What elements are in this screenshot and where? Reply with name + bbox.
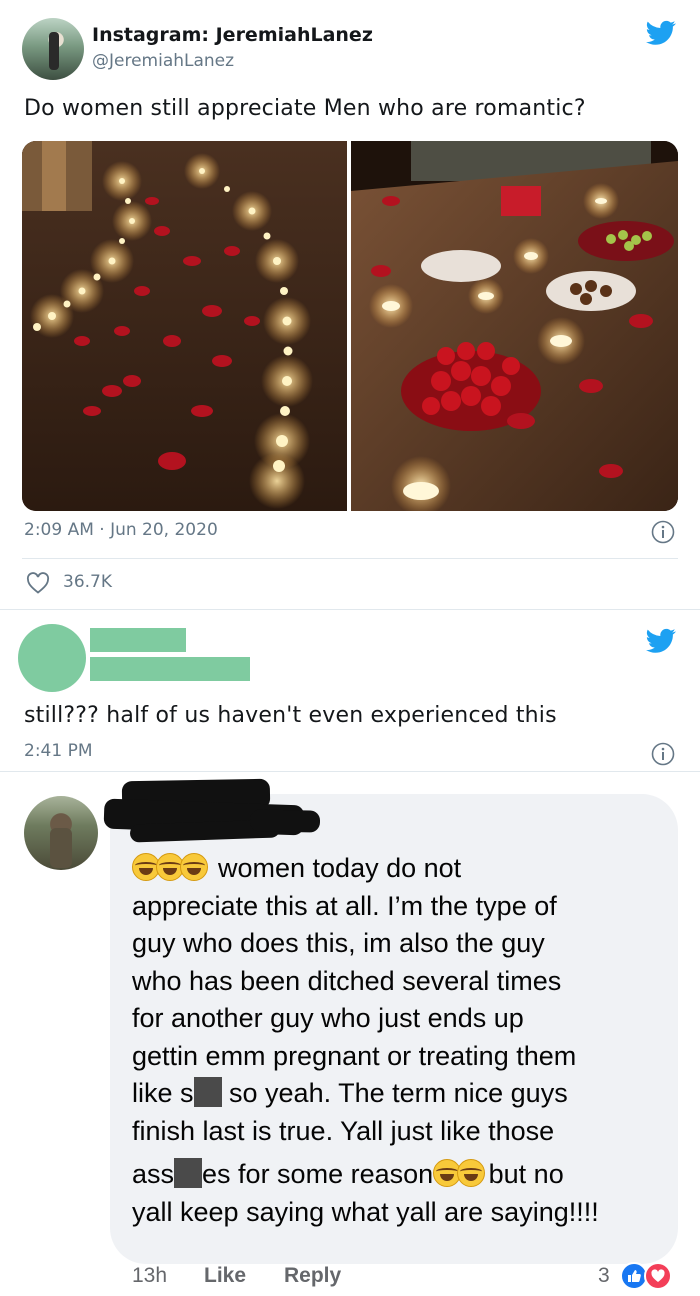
heart-reaction-icon[interactable] [644, 1262, 672, 1290]
display-name[interactable]: Instagram: JeremiahLanez [92, 24, 373, 46]
laughing-emoji-icon [457, 1159, 486, 1187]
comment-line-text: but no [481, 1159, 564, 1189]
comment-line-text: women today do not [218, 853, 462, 883]
twitter-bird-icon[interactable] [646, 628, 676, 654]
info-icon[interactable] [651, 520, 675, 544]
facebook-comment: women today do not appreciate this at al… [0, 772, 700, 1296]
tweet-original: Instagram: JeremiahLanez @JeremiahLanez … [0, 0, 700, 610]
avatar[interactable] [24, 796, 98, 870]
comment-line-text: like s [132, 1078, 194, 1108]
redacted-name [90, 628, 186, 652]
comment-line: appreciate this at all. I’m the type of [132, 890, 557, 921]
divider [22, 558, 678, 559]
like-button[interactable]: Like [204, 1264, 246, 1288]
tweet-text: Do women still appreciate Men who are ro… [24, 96, 586, 121]
comment-line-text: so yeah. The term nice guys [221, 1078, 568, 1108]
tweet-reply: still??? half of us haven't even experie… [0, 610, 700, 772]
comment-line-text: es for some reason [202, 1159, 434, 1189]
comment-line: for another guy who just ends up [132, 1003, 524, 1033]
user-handle[interactable]: @JeremiahLanez [92, 51, 234, 71]
info-icon[interactable] [651, 742, 675, 766]
censor-block [174, 1158, 203, 1188]
censor-block [193, 1077, 222, 1107]
comment-line: women today do not [132, 850, 672, 888]
comment-line: finish last is true. Yall just like thos… [132, 1115, 555, 1146]
comment-line: who has been ditched several times [132, 965, 562, 996]
avatar[interactable] [22, 18, 84, 80]
romantic-table-photo[interactable] [351, 141, 678, 511]
candle-path-photo[interactable] [22, 141, 347, 511]
comment-time[interactable]: 13h [132, 1264, 167, 1288]
tweet-timestamp[interactable]: 2:09 AM · Jun 20, 2020 [24, 520, 218, 540]
redacted-name-scribble [249, 809, 321, 833]
comment-line: guy who does this, im also the guy [132, 928, 545, 958]
avatar-redacted[interactable] [18, 624, 86, 692]
reaction-count[interactable]: 3 [598, 1264, 610, 1288]
comment-line: ass es for some reason but no [132, 1156, 672, 1194]
reply-button[interactable]: Reply [284, 1264, 341, 1288]
like-count[interactable]: 36.7K [63, 572, 112, 592]
heart-icon[interactable] [26, 572, 50, 594]
comment-line: gettin emm pregnant or treating them [132, 1040, 577, 1071]
twitter-bird-icon[interactable] [646, 20, 676, 46]
comment-line: yall keep saying what yall are saying!!!… [132, 1196, 599, 1227]
laughing-emoji-icon [180, 853, 208, 881]
tweet-text: still??? half of us haven't even experie… [24, 703, 557, 728]
comment-line-text: ass [132, 1159, 175, 1189]
comment-text: women today do not appreciate this at al… [132, 850, 672, 1231]
tweet-photos[interactable] [22, 141, 678, 511]
redacted-handle [90, 657, 250, 681]
tweet-timestamp[interactable]: 2:41 PM [24, 741, 93, 761]
comment-line: like s so yeah. The term nice guys [132, 1075, 672, 1113]
